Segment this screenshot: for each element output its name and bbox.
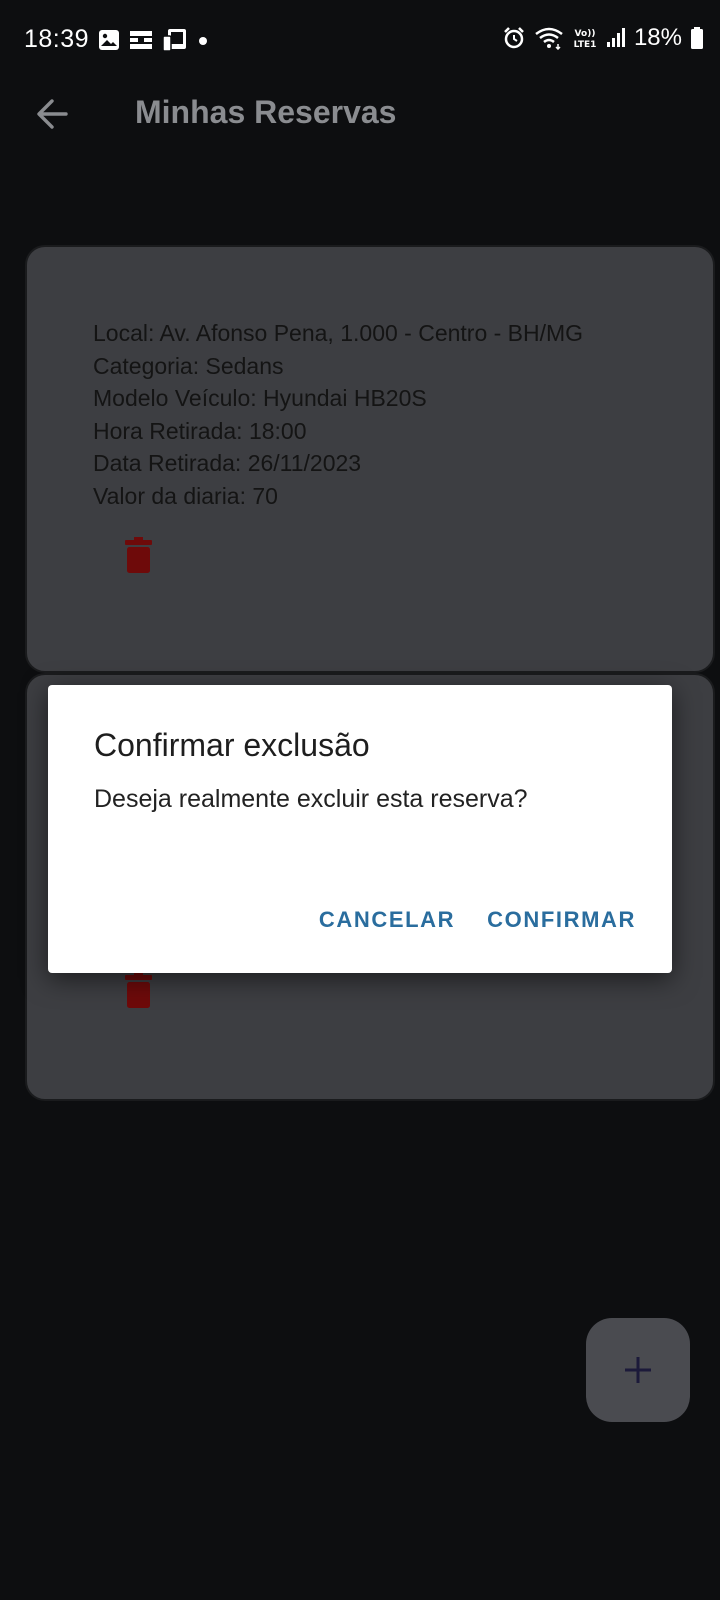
reservation-local: Local: Av. Afonso Pena, 1.000 - Centro -… <box>93 320 584 346</box>
reservation-model: Modelo Veículo: Hyundai HB20S <box>93 385 427 411</box>
dialog-actions: CANCELAR CONFIRMAR <box>319 907 636 933</box>
wifi-icon <box>535 27 563 50</box>
confirm-delete-dialog: Confirmar exclusão Deseja realmente excl… <box>48 685 672 973</box>
alarm-icon <box>504 27 524 49</box>
volte-icon: Vo)) LTE1 <box>574 29 597 50</box>
dot-icon <box>199 37 207 45</box>
reservation-date: Data Retirada: 26/11/2023 <box>93 450 362 476</box>
image-icon <box>99 30 119 50</box>
trash-icon[interactable] <box>125 537 152 573</box>
status-system-icons: Vo)) LTE1 18% <box>502 24 704 52</box>
reservation-category: Categoria: Sedans <box>93 352 284 379</box>
reservation-daily-value: Valor da diaria: 70 <box>93 482 278 509</box>
cast-icon <box>130 31 152 49</box>
confirm-button[interactable]: CONFIRMAR <box>487 907 636 933</box>
trash-icon[interactable] <box>125 972 152 1008</box>
svg-text:LTE1: LTE1 <box>574 40 597 50</box>
reservation-details: Local: Av. Afonso Pena, 1.000 - Centro -… <box>93 317 583 512</box>
battery-icon <box>691 27 703 49</box>
reservation-hour: Hora Retirada: 18:00 <box>93 417 307 444</box>
status-time: 18:39 <box>24 25 90 53</box>
battery-percentage: 18% <box>633 24 682 51</box>
tablet-icon <box>162 29 186 52</box>
signal-icon <box>606 28 625 47</box>
arrow-left-icon[interactable] <box>32 94 72 134</box>
dialog-message: Deseja realmente excluir esta reserva? <box>94 785 528 813</box>
status-bar: 18:39 Vo)) LTE1 18% <box>0 0 720 80</box>
svg-text:Vo)): Vo)) <box>575 29 596 39</box>
app-bar: Minhas Reservas <box>0 80 720 144</box>
dialog-title: Confirmar exclusão <box>94 727 370 763</box>
status-notification-icons <box>98 28 209 52</box>
cancel-button[interactable]: CANCELAR <box>319 907 455 933</box>
add-reservation-button[interactable] <box>586 1318 690 1422</box>
page-title: Minhas Reservas <box>135 94 397 130</box>
reservation-card: Local: Av. Afonso Pena, 1.000 - Centro -… <box>25 245 715 673</box>
plus-icon <box>625 1357 651 1383</box>
